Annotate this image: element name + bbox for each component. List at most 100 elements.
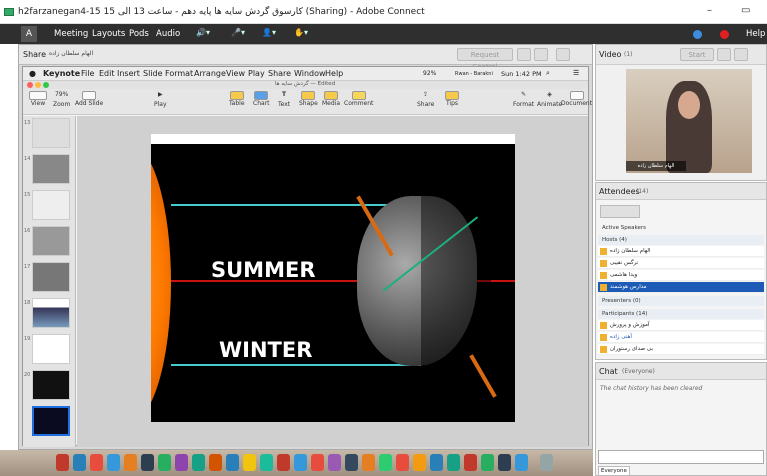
mac-menu-insert[interactable]: Insert: [117, 69, 140, 78]
taskbar-app-icon[interactable]: [243, 454, 256, 471]
taskbar-app-icon[interactable]: [141, 454, 154, 471]
taskbar-app-icon[interactable]: [311, 454, 324, 471]
chat-tab-everyone[interactable]: Everyone: [598, 466, 630, 476]
shape-button[interactable]: Shape: [299, 91, 318, 107]
document-button[interactable]: Document: [561, 91, 592, 107]
participant-row[interactable]: آموزش و پرورش: [598, 320, 764, 331]
mac-menu-window[interactable]: Window: [294, 69, 326, 78]
taskbar-app-icon[interactable]: [345, 454, 358, 471]
webcam-icon[interactable]: 👤▾: [262, 28, 286, 40]
minimize-button[interactable]: –: [707, 5, 712, 16]
taskbar-app-icon[interactable]: [379, 454, 392, 471]
trash-icon[interactable]: [540, 454, 553, 471]
taskbar-app-icon[interactable]: [56, 454, 69, 471]
tips-button[interactable]: Tips: [445, 91, 459, 107]
slide-thumbnail[interactable]: [32, 334, 70, 364]
spotlight-icon[interactable]: ⌕: [546, 69, 550, 78]
taskbar-app-icon[interactable]: [294, 454, 307, 471]
menu-list-icon[interactable]: ☰: [573, 69, 579, 77]
video-layout-icon[interactable]: [717, 48, 731, 61]
taskbar-app-icon[interactable]: [158, 454, 171, 471]
zoom-control[interactable]: 79% Zoom: [53, 91, 70, 108]
taskbar-app-icon[interactable]: [209, 454, 222, 471]
menu-audio[interactable]: Audio: [156, 29, 180, 39]
taskbar-app-icon[interactable]: [260, 454, 273, 471]
host-row-selected[interactable]: مدارس هوشمند: [598, 282, 764, 293]
participant-row[interactable]: بی صدای رستوران: [598, 344, 764, 355]
close-window-icon[interactable]: [27, 82, 33, 88]
slide-thumbnail[interactable]: [32, 226, 70, 256]
host-row[interactable]: نرگس نقیبی: [598, 258, 764, 269]
share-button[interactable]: ⇪ Share: [417, 91, 434, 108]
record-icon[interactable]: [720, 30, 729, 39]
minimize-window-icon[interactable]: [35, 82, 41, 88]
animate-button[interactable]: ◈ Animate: [537, 91, 562, 108]
taskbar-app-icon[interactable]: [124, 454, 137, 471]
taskbar-app-icon[interactable]: [277, 454, 290, 471]
mac-menu-format[interactable]: Format: [165, 69, 193, 78]
comment-button[interactable]: Comment: [344, 91, 373, 107]
taskbar-app-icon[interactable]: [464, 454, 477, 471]
attendee-view-toggle[interactable]: [600, 205, 640, 218]
view-button[interactable]: View: [29, 91, 47, 107]
taskbar-app-icon[interactable]: [328, 454, 341, 471]
taskbar-app-icon[interactable]: [430, 454, 443, 471]
menu-help[interactable]: Help: [746, 29, 765, 39]
microphone-icon[interactable]: 🎤▾: [231, 28, 255, 40]
hosts-section[interactable]: Hosts (4): [598, 235, 764, 245]
pod-options-icon[interactable]: [556, 48, 570, 61]
fullscreen-icon[interactable]: [517, 48, 531, 61]
current-slide[interactable]: SUMMER WINTER: [151, 134, 515, 422]
speaker-icon[interactable]: 🔊▾: [196, 28, 220, 40]
format-button[interactable]: ✎ Format: [513, 91, 534, 108]
mac-menu-arrange[interactable]: Arrange: [194, 69, 226, 78]
mac-menu-view[interactable]: View: [226, 69, 245, 78]
menu-pods[interactable]: Pods: [129, 29, 149, 39]
participant-row[interactable]: آهنی زاده: [598, 332, 764, 343]
taskbar-app-icon[interactable]: [226, 454, 239, 471]
host-row[interactable]: ویدا هاشمی: [598, 270, 764, 281]
mac-menu-share[interactable]: Share: [268, 69, 291, 78]
apple-icon[interactable]: ●: [29, 69, 36, 78]
chart-button[interactable]: Chart: [253, 91, 270, 107]
taskbar-app-icon[interactable]: [481, 454, 494, 471]
maximize-button[interactable]: ▭: [741, 5, 750, 16]
text-button[interactable]: T Text: [278, 91, 290, 108]
taskbar-app-icon[interactable]: [515, 454, 528, 471]
chat-input[interactable]: [598, 450, 764, 464]
slide-thumbnail[interactable]: [32, 118, 70, 148]
presenters-section[interactable]: Presenters (0): [598, 296, 764, 306]
taskbar-app-icon[interactable]: [192, 454, 205, 471]
menu-layouts[interactable]: Layouts: [92, 29, 125, 39]
taskbar-app-icon[interactable]: [107, 454, 120, 471]
video-fullscreen-icon[interactable]: [734, 48, 748, 61]
taskbar-app-icon[interactable]: [362, 454, 375, 471]
zoom-window-icon[interactable]: [43, 82, 49, 88]
slide-thumbnail[interactable]: [32, 190, 70, 220]
mac-menu-edit[interactable]: Edit: [99, 69, 115, 78]
request-control-button[interactable]: Request Control: [457, 48, 513, 71]
mac-menu-play[interactable]: Play: [248, 69, 265, 78]
taskbar-app-icon[interactable]: [73, 454, 86, 471]
add-slide-button[interactable]: Add Slide: [75, 91, 103, 107]
taskbar-app-icon[interactable]: [396, 454, 409, 471]
taskbar-app-icon[interactable]: [413, 454, 426, 471]
slide-thumbnail[interactable]: [32, 298, 70, 328]
play-button[interactable]: ▶ Play: [154, 91, 167, 108]
mac-menu-file[interactable]: File: [81, 69, 94, 78]
slide-thumbnail-selected[interactable]: [32, 406, 70, 436]
menu-meeting[interactable]: Meeting: [54, 29, 88, 39]
media-button[interactable]: Media: [322, 91, 340, 107]
participants-section[interactable]: Participants (14): [598, 309, 764, 319]
mac-menu-help[interactable]: Help: [325, 69, 343, 78]
slide-thumbnail[interactable]: [32, 370, 70, 400]
taskbar-app-icon[interactable]: [447, 454, 460, 471]
status-icon[interactable]: [693, 30, 702, 39]
taskbar-app-icon[interactable]: [90, 454, 103, 471]
table-button[interactable]: Table: [229, 91, 245, 107]
mac-menu-keynote[interactable]: Keynote: [43, 69, 80, 78]
taskbar-app-icon[interactable]: [498, 454, 511, 471]
mac-menu-slide[interactable]: Slide: [143, 69, 163, 78]
raise-hand-icon[interactable]: ✋▾: [294, 28, 318, 40]
layout-icon[interactable]: [534, 48, 548, 61]
